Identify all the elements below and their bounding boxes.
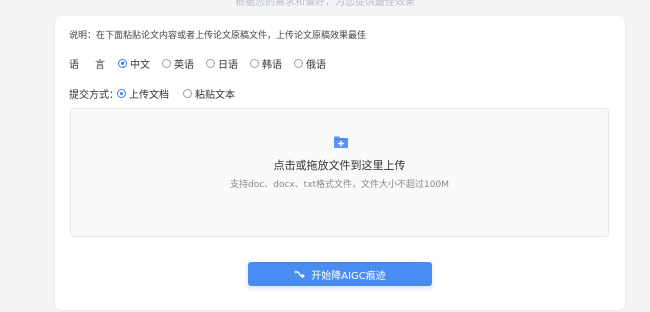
radio-icon[interactable] xyxy=(206,59,215,68)
language-option-label: 韩语 xyxy=(262,60,282,71)
language-option-label: 中文 xyxy=(130,60,150,71)
sparkle-wand-icon xyxy=(294,270,305,278)
radio-icon[interactable] xyxy=(117,89,126,98)
submit-mode-upload[interactable]: 上传文档 xyxy=(117,86,169,101)
language-row: 语言： 中文 英语 日语 韩语 俄语 xyxy=(69,56,338,71)
description-text: 说明：在下面粘贴论文内容或者上传论文原稿文件，上传论文原稿效果最佳 xyxy=(69,31,367,41)
upload-dropzone[interactable]: 点击或拖放文件到这里上传 支持doc、docx、txt格式文件，文件大小不超过1… xyxy=(70,108,609,237)
language-option-zh[interactable]: 中文 xyxy=(118,56,150,71)
language-option-label: 日语 xyxy=(218,60,238,71)
radio-icon[interactable] xyxy=(118,59,127,68)
radio-icon[interactable] xyxy=(250,59,259,68)
top-cut-text: 根据您的需求和偏好，为您提供最佳效果 xyxy=(235,0,415,8)
upload-title: 点击或拖放文件到这里上传 xyxy=(273,159,406,172)
language-option-ru[interactable]: 俄语 xyxy=(294,56,326,71)
submit-mode-option-label: 粘贴文本 xyxy=(195,90,235,101)
upload-hint: 支持doc、docx、txt格式文件，文件大小不超过100M xyxy=(230,180,449,190)
submit-mode-paste[interactable]: 粘贴文本 xyxy=(183,86,235,101)
language-option-ko[interactable]: 韩语 xyxy=(250,56,282,71)
start-button[interactable]: 开始降AIGC痕迹 xyxy=(248,262,432,286)
submit-mode-label: 提交方式： xyxy=(69,90,119,101)
start-button-label: 开始降AIGC痕迹 xyxy=(311,270,386,282)
radio-icon[interactable] xyxy=(183,89,192,98)
main-card: 说明：在下面粘贴论文内容或者上传论文原稿文件，上传论文原稿效果最佳 语言： 中文… xyxy=(55,16,625,310)
language-option-en[interactable]: 英语 xyxy=(162,56,194,71)
language-option-label: 俄语 xyxy=(306,60,326,71)
radio-icon[interactable] xyxy=(294,59,303,68)
submit-mode-option-label: 上传文档 xyxy=(129,90,169,101)
submit-mode-row: 提交方式： 上传文档 粘贴文本 xyxy=(69,86,247,101)
folder-plus-icon xyxy=(334,136,348,148)
language-option-label: 英语 xyxy=(174,60,194,71)
language-option-ja[interactable]: 日语 xyxy=(206,56,238,71)
language-label: 语言： xyxy=(69,60,147,71)
radio-icon[interactable] xyxy=(162,59,171,68)
